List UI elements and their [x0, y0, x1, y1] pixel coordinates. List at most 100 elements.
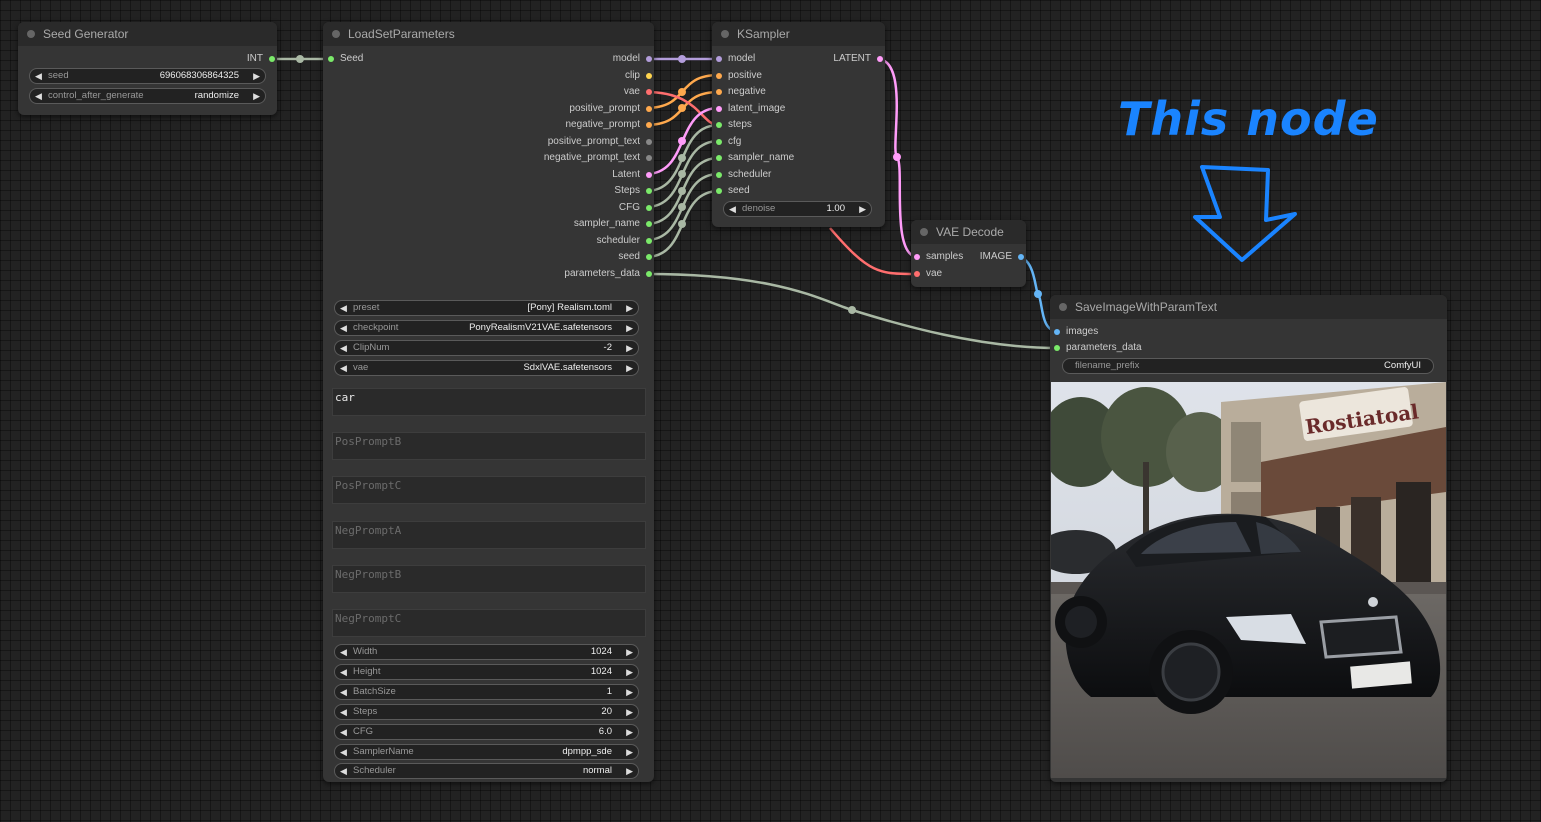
decrement-arrow-icon[interactable]: ◀ — [340, 764, 347, 778]
prompt-textarea[interactable]: PosPromptB — [332, 432, 646, 461]
increment-arrow-icon[interactable]: ▶ — [253, 89, 260, 103]
vae-widget[interactable]: ◀ vae SdxlVAE.safetensors ▶ — [334, 360, 639, 376]
input-vae[interactable]: vae — [912, 268, 942, 280]
output-dot-icon[interactable] — [646, 138, 652, 145]
output-positive-prompt-text[interactable]: positive_prompt_text — [548, 136, 654, 148]
input-dot-icon[interactable] — [716, 89, 722, 95]
input-samples[interactable]: samples — [912, 251, 963, 263]
denoise-widget[interactable]: ◀ denoise 1.00 ▶ — [723, 201, 872, 217]
input-steps[interactable]: steps — [714, 119, 752, 131]
output-image-preview[interactable]: Rostiatoal — [1051, 382, 1446, 778]
preset-widget[interactable]: ◀ preset [Pony] Realism.toml ▶ — [334, 300, 639, 316]
output-model[interactable]: model — [613, 53, 654, 65]
increment-arrow-icon[interactable]: ▶ — [626, 725, 633, 739]
input-negative[interactable]: negative — [714, 86, 766, 98]
collapse-dot-icon[interactable] — [1059, 303, 1067, 311]
decrement-arrow-icon[interactable]: ◀ — [35, 69, 42, 83]
output-dot-icon[interactable] — [1018, 254, 1024, 260]
output-dot-icon[interactable] — [646, 221, 652, 227]
prompt-textarea[interactable]: NegPromptB — [332, 564, 646, 593]
collapse-dot-icon[interactable] — [27, 30, 35, 38]
increment-arrow-icon[interactable]: ▶ — [626, 665, 633, 679]
input-dot-icon[interactable] — [328, 56, 334, 62]
control-after-generate-widget[interactable]: ◀ control_after_generate randomize ▶ — [29, 88, 266, 104]
seed-generator-node[interactable]: Seed Generator INT ◀ seed 69606830686432… — [18, 22, 277, 115]
output-dot-icon[interactable] — [646, 204, 652, 211]
output-dot-icon[interactable] — [646, 89, 652, 95]
vae-decode-node[interactable]: VAE Decode samples vae IMAGE — [911, 220, 1026, 287]
input-dot-icon[interactable] — [716, 188, 722, 194]
prompt-textarea[interactable]: PosPromptC — [332, 476, 646, 505]
output-dot-icon[interactable] — [877, 56, 883, 62]
input-dot-icon[interactable] — [716, 105, 722, 112]
cfg-widget[interactable]: ◀ CFG 6.0 ▶ — [334, 723, 639, 740]
ksampler-node[interactable]: KSampler LATENT model positive negative lat… — [712, 22, 885, 227]
input-dot-icon[interactable] — [716, 171, 722, 178]
output-dot-icon[interactable] — [646, 270, 652, 277]
decrement-arrow-icon[interactable]: ◀ — [340, 341, 347, 355]
output-cfg[interactable]: CFG — [619, 202, 654, 214]
output-dot-icon[interactable] — [646, 155, 652, 161]
load-set-parameters-node[interactable]: LoadSetParameters Seed model clip vae posit… — [323, 22, 654, 782]
output-latent[interactable]: LATENT — [833, 53, 885, 65]
input-dot-icon[interactable] — [914, 271, 920, 277]
increment-arrow-icon[interactable]: ▶ — [626, 745, 633, 759]
output-dot-icon[interactable] — [646, 105, 652, 112]
input-seed[interactable]: seed — [714, 185, 750, 197]
scheduler-widget[interactable]: ◀ Scheduler normal ▶ — [334, 763, 639, 780]
samplername-widget[interactable]: ◀ SamplerName dpmpp_sde ▶ — [334, 743, 639, 760]
collapse-dot-icon[interactable] — [721, 30, 729, 38]
input-dot-icon[interactable] — [1054, 329, 1060, 335]
input-parameters-data[interactable]: parameters_data — [1052, 342, 1142, 354]
input-latent-image[interactable]: latent_image — [714, 103, 785, 115]
decrement-arrow-icon[interactable]: ◀ — [340, 361, 347, 375]
clipnum-widget[interactable]: ◀ ClipNum -2 ▶ — [334, 340, 639, 356]
input-cfg[interactable]: cfg — [714, 136, 741, 148]
decrement-arrow-icon[interactable]: ◀ — [340, 705, 347, 719]
prompt-textarea[interactable]: NegPromptA — [332, 520, 646, 549]
output-steps[interactable]: Steps — [614, 185, 654, 197]
decrement-arrow-icon[interactable]: ◀ — [729, 202, 736, 216]
decrement-arrow-icon[interactable]: ◀ — [340, 685, 347, 699]
seed-widget[interactable]: ◀ seed 696068306864325 ▶ — [29, 68, 266, 84]
output-dot-icon[interactable] — [646, 171, 652, 178]
steps-widget[interactable]: ◀ Steps 20 ▶ — [334, 703, 639, 720]
output-latent[interactable]: Latent — [612, 169, 654, 181]
input-dot-icon[interactable] — [716, 155, 722, 161]
decrement-arrow-icon[interactable]: ◀ — [340, 745, 347, 759]
input-scheduler[interactable]: scheduler — [714, 169, 771, 181]
prompt-textarea[interactable]: NegPromptC — [332, 609, 646, 637]
increment-arrow-icon[interactable]: ▶ — [626, 645, 633, 659]
output-negative-prompt[interactable]: negative_prompt — [566, 119, 655, 131]
collapse-dot-icon[interactable] — [332, 30, 340, 38]
prompt-textarea[interactable]: car — [332, 388, 646, 416]
seed-generator-title[interactable]: Seed Generator — [18, 22, 277, 46]
height-widget[interactable]: ◀ Height 1024 ▶ — [334, 663, 639, 680]
output-dot-icon[interactable] — [646, 254, 652, 260]
increment-arrow-icon[interactable]: ▶ — [859, 202, 866, 216]
output-dot-icon[interactable] — [269, 56, 275, 62]
save-image-title[interactable]: SaveImageWithParamText — [1050, 295, 1447, 319]
decrement-arrow-icon[interactable]: ◀ — [35, 89, 42, 103]
increment-arrow-icon[interactable]: ▶ — [626, 705, 633, 719]
increment-arrow-icon[interactable]: ▶ — [626, 341, 633, 355]
input-dot-icon[interactable] — [716, 138, 722, 145]
increment-arrow-icon[interactable]: ▶ — [253, 69, 260, 83]
increment-arrow-icon[interactable]: ▶ — [626, 321, 633, 335]
increment-arrow-icon[interactable]: ▶ — [626, 685, 633, 699]
decrement-arrow-icon[interactable]: ◀ — [340, 725, 347, 739]
increment-arrow-icon[interactable]: ▶ — [626, 764, 633, 778]
output-int[interactable]: INT — [247, 53, 277, 65]
decrement-arrow-icon[interactable]: ◀ — [340, 321, 347, 335]
output-scheduler[interactable]: scheduler — [597, 235, 654, 247]
decrement-arrow-icon[interactable]: ◀ — [340, 645, 347, 659]
collapse-dot-icon[interactable] — [920, 228, 928, 236]
output-clip[interactable]: clip — [625, 70, 654, 82]
output-dot-icon[interactable] — [646, 72, 652, 79]
output-dot-icon[interactable] — [646, 188, 652, 194]
output-parameters-data[interactable]: parameters_data — [564, 268, 654, 280]
input-model[interactable]: model — [714, 53, 755, 65]
input-positive[interactable]: positive — [714, 70, 762, 82]
input-dot-icon[interactable] — [1054, 345, 1060, 351]
output-dot-icon[interactable] — [646, 237, 652, 244]
